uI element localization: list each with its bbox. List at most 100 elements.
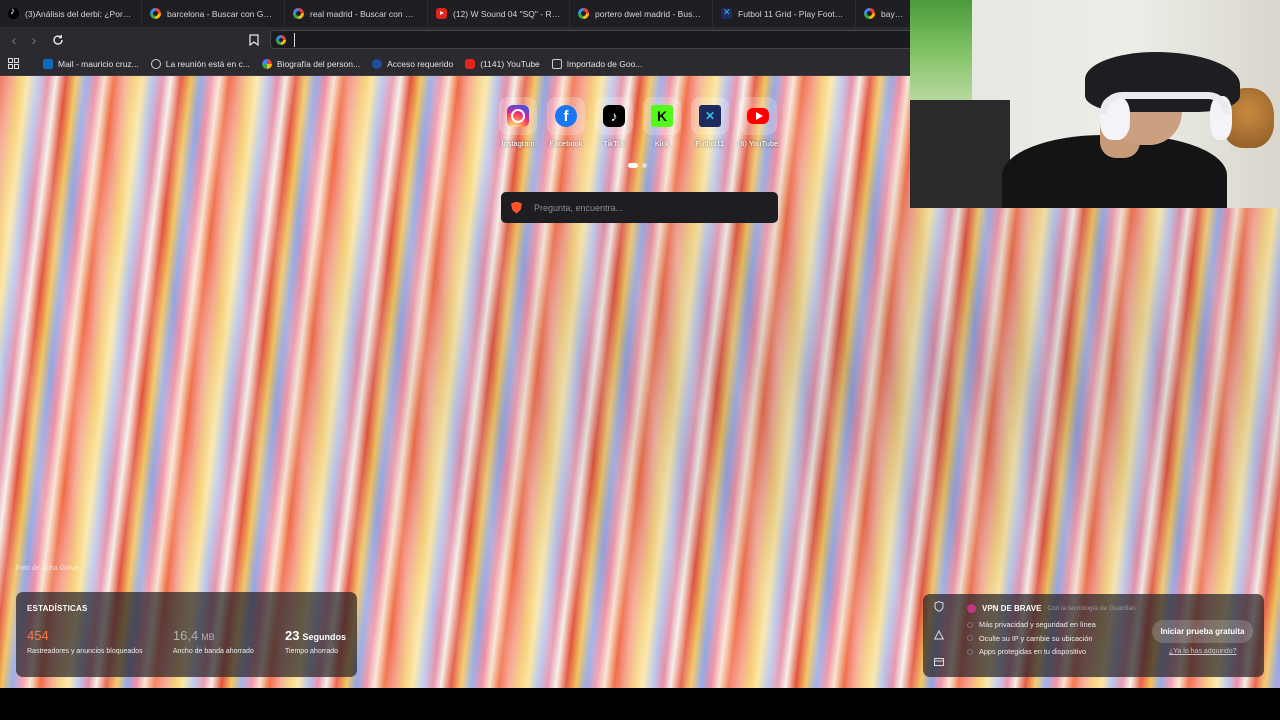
tiktok-icon: ♪	[603, 105, 625, 127]
stat-unit: Segundos	[302, 632, 346, 642]
tab-label: bayern v	[881, 8, 907, 19]
search-input[interactable]	[532, 201, 766, 214]
bookmark-label: Mail - mauricio cruz...	[58, 58, 139, 69]
search-box[interactable]	[501, 192, 778, 223]
shield-icon[interactable]	[934, 601, 944, 614]
stat-label: Rastreadores y anuncios bloqueados	[27, 648, 143, 655]
futbol11-icon	[721, 7, 732, 19]
bookmark-mail[interactable]: Mail - mauricio cruz...	[37, 58, 145, 69]
google-icon	[276, 34, 286, 45]
google-icon	[578, 8, 589, 19]
shortcut-label: Facebook	[549, 139, 583, 148]
shortcut-tiktok[interactable]: ♪ TikTok	[594, 97, 634, 148]
shortcut-kick[interactable]: K Kick	[642, 97, 682, 148]
tab-label: barcelona - Buscar con Google	[167, 8, 276, 19]
warning-icon[interactable]	[933, 629, 945, 642]
start-trial-button[interactable]: Iniciar prueba gratuita	[1152, 620, 1253, 643]
access-icon	[372, 58, 383, 69]
tab-analisis-derbi[interactable]: (3)Análisis del derbi: ¿Por qué ...	[0, 0, 142, 27]
bookmark-icon[interactable]	[244, 30, 264, 50]
stat-label: Ancho de banda ahorrado	[172, 648, 254, 655]
tab-bayern[interactable]: bayern v	[856, 0, 916, 27]
tab-label: real madrid - Buscar con Goog	[310, 8, 419, 19]
back-icon[interactable]: ‹	[4, 30, 24, 50]
bookmark-label: La reunión está en c...	[165, 58, 250, 69]
tiktok-icon	[8, 6, 19, 19]
bookmark-youtube[interactable]: (1141) YouTube	[459, 58, 546, 69]
bookmark-reunion[interactable]: La reunión está en c...	[145, 58, 256, 69]
tab-label: Futbol 11 Grid - Play Football T	[738, 8, 847, 19]
bookmark-acceso[interactable]: Acceso requerido	[366, 58, 459, 69]
address-input[interactable]	[294, 32, 899, 47]
kick-icon: K	[651, 105, 673, 127]
stat-label: Tiempo ahorrado	[285, 648, 339, 655]
youtube-icon	[436, 8, 447, 19]
apps-icon[interactable]	[0, 58, 25, 69]
globe-icon	[150, 58, 161, 69]
bookmark-label: Acceso requerido	[387, 58, 454, 69]
tab-real-madrid[interactable]: real madrid - Buscar con Goog	[285, 0, 428, 27]
tab-w-sound[interactable]: (12) W Sound 04 "SQ" - Ryan C	[428, 0, 570, 27]
shortcut-instagram[interactable]: Instagram	[498, 97, 538, 148]
vpn-title: VPN DE BRAVE	[982, 604, 1042, 613]
check-icon	[967, 648, 973, 655]
page-dot-active[interactable]	[628, 163, 638, 168]
widget-side-nav	[933, 601, 945, 668]
tab-futbol11-grid[interactable]: Futbol 11 Grid - Play Football T	[713, 0, 856, 27]
facebook-icon: f	[555, 105, 577, 127]
vpn-title-row: VPN DE BRAVE Con la tecnología de Guardi…	[967, 604, 1136, 613]
stat-value: 454	[27, 628, 49, 643]
youtube-icon	[465, 58, 476, 69]
bookmark-label: (1141) YouTube	[480, 58, 540, 69]
plant-decor	[910, 0, 972, 100]
shortcut-facebook[interactable]: f Facebook	[546, 97, 586, 148]
google-icon	[261, 58, 272, 69]
folder-icon	[551, 58, 562, 69]
screen-bottom-bar	[0, 688, 1280, 720]
vpn-widget: VPN DE BRAVE Con la tecnología de Guardi…	[923, 594, 1264, 677]
forward-icon[interactable]: ›	[24, 30, 44, 50]
address-bar[interactable]	[270, 30, 920, 49]
page-dot[interactable]	[642, 163, 647, 168]
stat-blocked: 454 Rastreadores y anuncios bloqueados	[27, 627, 173, 656]
shortcut-label: (6) YouTube	[737, 139, 779, 148]
list-item: Oculte su IP y cambie su ubicación	[967, 634, 1096, 643]
brave-lion-icon	[511, 201, 522, 214]
google-icon	[150, 8, 161, 19]
tab-label: (12) W Sound 04 "SQ" - Ryan C	[453, 8, 561, 19]
vpn-logo-icon	[967, 604, 976, 613]
bookmark-label: Biografía del person...	[276, 58, 361, 69]
top-sites: Instagram f Facebook ♪ TikTok K Kick ✕ F…	[498, 97, 778, 148]
futbol11-icon: ✕	[699, 105, 721, 127]
youtube-icon	[747, 108, 769, 124]
shortcut-label: TikTok	[603, 139, 625, 148]
shortcut-youtube[interactable]: (6) YouTube	[738, 97, 778, 148]
reload-icon[interactable]	[48, 30, 68, 50]
webcam-overlay	[910, 0, 1280, 208]
bookmark-label: Importado de Goo...	[566, 58, 643, 69]
shortcut-label: Kick	[654, 139, 670, 148]
outlook-icon	[43, 58, 53, 69]
tab-barcelona[interactable]: barcelona - Buscar con Google	[142, 0, 285, 27]
bookmark-folder-importado[interactable]: Importado de Goo...	[546, 58, 649, 69]
check-icon	[967, 635, 973, 641]
tab-portero[interactable]: portero dwel madrid - Buscar c	[570, 0, 713, 27]
google-icon	[293, 8, 304, 19]
shortcut-label: Futbol11	[695, 139, 725, 148]
check-icon	[967, 621, 973, 628]
furniture-decor	[910, 100, 1010, 208]
vpn-features: Más privacidad y seguridad en línea Ocul…	[967, 620, 1096, 661]
bookmark-biografia[interactable]: Biografía del person...	[256, 58, 366, 69]
list-item: Apps protegidas en tu dispositivo	[967, 647, 1096, 656]
stat-value: 23	[285, 628, 300, 643]
card-icon[interactable]	[934, 658, 944, 668]
google-icon	[864, 8, 875, 19]
shortcut-futbol11[interactable]: ✕ Futbol11	[690, 97, 730, 148]
list-item: Más privacidad y seguridad en línea	[967, 620, 1096, 629]
tab-label: portero dwel madrid - Buscar c	[595, 8, 704, 19]
photo-credit[interactable]: Foto de Zoha Gohar	[16, 565, 79, 572]
stat-unit: MB	[201, 632, 215, 642]
already-purchased-link[interactable]: ¿Ya lo has adquirido?	[1169, 648, 1237, 655]
stats-heading: ESTADÍSTICAS	[27, 604, 88, 613]
stats-widget: ESTADÍSTICAS 454 Rastreadores y anuncios…	[16, 592, 357, 677]
